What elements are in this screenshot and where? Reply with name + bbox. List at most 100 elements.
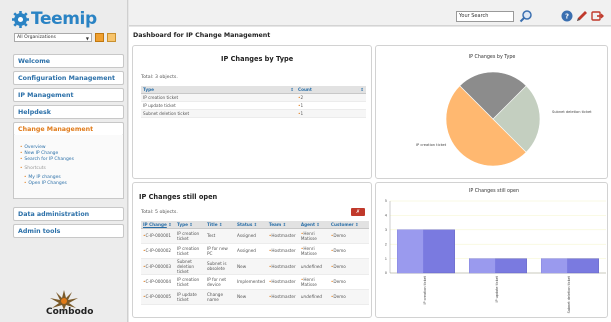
menu-data-administration[interactable]: Data administration: [13, 207, 124, 221]
column-header-team-label: Team: [268, 221, 282, 227]
customer-link[interactable]: Demo: [328, 289, 369, 305]
table-row: C-IP-000005 IP update ticket Change name…: [141, 289, 369, 305]
ip-changes-still-open-chart-panel: IP Changes still open 0 1 2 3 4 5 IP creation…: [375, 182, 608, 318]
column-header-team[interactable]: Team ⇕: [266, 221, 299, 229]
type-cell: IP creation ticket: [175, 274, 205, 290]
submenu-search-ip-changes[interactable]: Search for IP Changes: [20, 156, 74, 162]
ip-change-link[interactable]: C-IP-000003: [141, 258, 175, 275]
table-row: C-IP-000003 Subnet deletion ticket Subne…: [141, 258, 369, 275]
column-header-count[interactable]: Count ⇕: [296, 86, 366, 94]
menu-ip-management[interactable]: IP Management: [13, 88, 124, 102]
menu-change-management[interactable]: Change Management: [13, 122, 124, 136]
customer-link[interactable]: Demo: [328, 243, 369, 259]
table-row: IP creation ticket 2: [141, 93, 366, 102]
title-cell: Test: [205, 228, 235, 244]
panel-title: IP Changes still open: [139, 193, 218, 201]
y-tick-label: 2: [385, 242, 387, 246]
submenu-open-ip-changes[interactable]: Open IP Changes: [24, 180, 67, 186]
submenu-shortcuts-heading: Shortcuts: [20, 165, 46, 171]
y-tick-label: 5: [385, 199, 387, 203]
menu-configuration-management[interactable]: Configuration Management: [13, 71, 124, 85]
pencil-icon[interactable]: [575, 9, 589, 23]
agent-cell: undefined: [298, 258, 329, 275]
column-header-customer[interactable]: Customer ⇕: [328, 221, 369, 229]
customer-link[interactable]: Demo: [328, 258, 369, 275]
column-header-title-label: Title: [207, 221, 218, 227]
menu-welcome[interactable]: Welcome: [13, 54, 124, 68]
column-header-agent[interactable]: Agent ⇕: [298, 221, 329, 229]
ip-change-link[interactable]: C-IP-000005: [141, 289, 175, 305]
type-cell: IP update ticket: [141, 101, 296, 110]
title-cell: IP for net device: [205, 274, 235, 290]
column-header-type[interactable]: Type ⇕: [175, 221, 205, 229]
pie-slice-label: IP creation ticket: [416, 143, 447, 147]
agent-link[interactable]: Henri Matisse: [298, 274, 329, 290]
org-apply-button[interactable]: [95, 33, 104, 42]
main-content: Dashboard for IP Change Management IP Ch…: [129, 27, 611, 322]
menu-admin-tools[interactable]: Admin tools: [13, 224, 124, 238]
customer-link[interactable]: Demo: [328, 228, 369, 244]
column-header-type-label: Type: [143, 86, 154, 92]
help-icon[interactable]: ?: [560, 9, 574, 23]
total-count: Total: 3 objects.: [141, 75, 178, 80]
chart-title: IP Changes by Type: [469, 54, 516, 60]
org-options-button[interactable]: [107, 33, 116, 42]
x-tick-label: IP update ticket: [495, 275, 499, 302]
column-header-type[interactable]: Type ⇕: [141, 86, 296, 94]
table-row: IP update ticket 1: [141, 101, 366, 110]
logoff-icon[interactable]: [590, 9, 604, 23]
y-tick-label: 3: [385, 228, 387, 232]
table-row: C-IP-000004 IP creation ticket IP for ne…: [141, 274, 369, 290]
table-row: Subnet deletion ticket 1: [141, 109, 366, 118]
organization-select[interactable]: All Organizations ▼: [14, 33, 92, 42]
agent-cell: undefined: [298, 289, 329, 305]
count-link[interactable]: 1: [296, 101, 366, 110]
sort-icon: ⇕: [360, 86, 364, 92]
ip-changes-still-open-table-panel: IP Changes still open ✗ Total: 5 objects…: [132, 182, 372, 318]
x-tick-label: Subnet deletion ticket: [567, 275, 571, 313]
bar-highlight: [397, 229, 424, 273]
type-cell: Subnet deletion ticket: [175, 258, 205, 275]
customer-link[interactable]: Demo: [328, 274, 369, 290]
team-link[interactable]: Hostmaster: [266, 289, 299, 305]
title-cell: Subnet is obsolete: [205, 258, 235, 275]
column-header-type-label: Type: [177, 221, 188, 227]
ip-change-link[interactable]: C-IP-000002: [141, 243, 175, 259]
menu-helpdesk[interactable]: Helpdesk: [13, 105, 124, 119]
y-tick-label: 0: [385, 271, 388, 275]
column-header-title[interactable]: Title ⇕: [205, 221, 235, 229]
app-logo-text: Teemip: [31, 9, 97, 29]
type-cell: IP creation ticket: [141, 93, 296, 102]
count-link[interactable]: 2: [296, 93, 366, 102]
export-button[interactable]: ✗: [351, 208, 365, 216]
agent-link[interactable]: Henri Matisse: [298, 228, 329, 244]
agent-link[interactable]: Henri Matisse: [298, 243, 329, 259]
search-input[interactable]: Your Search: [456, 11, 514, 22]
app-logo[interactable]: Teemip: [12, 9, 97, 29]
pie-chart: IP Changes by Type IP creation ticket IP …: [416, 54, 592, 167]
team-link[interactable]: Hostmaster: [266, 228, 299, 244]
column-header-ip-change[interactable]: IP Change ⇕: [141, 221, 175, 229]
by-type-table: Type ⇕ Count ⇕ IP creation ticket 2 IP u…: [141, 86, 366, 118]
bar-highlight: [469, 258, 496, 273]
sort-icon: ⇕: [290, 86, 294, 92]
left-sidebar: Teemip All Organizations ▼ Welcome Confi…: [0, 0, 128, 322]
title-cell: IP for new PC: [205, 243, 235, 259]
bar-highlight: [541, 258, 568, 273]
column-header-agent-label: Agent: [300, 221, 315, 227]
bar-chart: IP Changes still open 0 1 2 3 4 5 IP creation…: [385, 188, 606, 313]
count-link[interactable]: 1: [296, 109, 366, 118]
total-count: Total: 5 objects.: [141, 210, 178, 215]
ip-change-link[interactable]: C-IP-000004: [141, 274, 175, 290]
search-icon[interactable]: [519, 9, 533, 23]
team-link[interactable]: Hostmaster: [266, 243, 299, 259]
column-header-status[interactable]: Status ⇕: [235, 221, 267, 229]
team-link[interactable]: Hostmaster: [266, 258, 299, 275]
status-cell: Assigned: [235, 228, 267, 244]
column-header-status-label: Status: [237, 221, 253, 227]
table-header-row: Type ⇕ Count ⇕: [141, 86, 366, 94]
still-open-table: IP Change ⇕ Type ⇕ Title ⇕ Status ⇕ Team…: [141, 221, 369, 305]
team-link[interactable]: Hostmaster: [266, 274, 299, 290]
ip-change-link[interactable]: C-IP-000001: [141, 228, 175, 244]
organization-select-value: All Organizations: [17, 35, 56, 40]
